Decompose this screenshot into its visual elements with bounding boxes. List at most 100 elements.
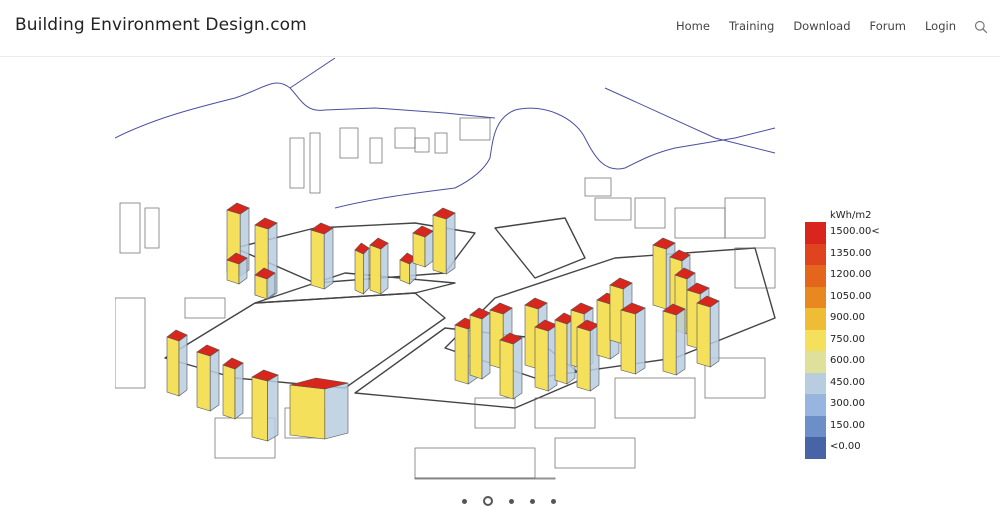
slider-pagination: [462, 496, 564, 506]
legend-swatch: [805, 372, 826, 394]
site-header: Building Environment Design.com Home Tra…: [0, 0, 1000, 57]
building-wall: [369, 244, 382, 295]
context-building-outline: [289, 137, 305, 189]
building-wall: [412, 232, 426, 268]
building-wall-shaded: [323, 227, 334, 290]
context-building-outline: [309, 132, 321, 194]
building-wall: [499, 339, 514, 400]
building-wall-shaded: [635, 307, 646, 375]
building-wall: [554, 319, 568, 385]
context-building-outline: [115, 297, 146, 389]
nav-training[interactable]: Training: [729, 19, 774, 33]
building-wall-shaded: [445, 212, 456, 275]
legend-swatch: [805, 265, 826, 287]
legend-label: 900.00: [830, 312, 865, 323]
legend-swatch: [805, 437, 826, 459]
context-building-outline: [614, 377, 696, 419]
urban-radiation-model-image: [115, 58, 776, 480]
context-building-outline: [734, 247, 776, 289]
building-wall: [469, 314, 483, 380]
context-building-outline: [414, 447, 536, 479]
legend-label: 600.00: [830, 355, 865, 366]
context-building-outline: [369, 137, 383, 164]
building-wall-shaded: [709, 300, 720, 368]
legend-label: 1500.00<: [830, 226, 880, 237]
legend-swatch: [805, 243, 826, 265]
nav-login[interactable]: Login: [925, 19, 956, 33]
context-building-outline: [184, 297, 226, 319]
hero-slider: kWh/m2 1500.00< 1350.00 1200.00 1050.00 900.…: [115, 58, 895, 482]
nav-forum[interactable]: Forum: [870, 19, 906, 33]
building-wall: [251, 376, 268, 442]
legend-swatch: [805, 308, 826, 330]
building-wall-shaded: [481, 312, 491, 380]
building-wall: [662, 310, 677, 376]
context-building-outline: [119, 202, 141, 254]
legend-swatch: [805, 351, 826, 373]
building-wall: [196, 351, 211, 412]
context-building-outline: [414, 137, 430, 153]
legend-label: 300.00: [830, 398, 865, 409]
context-building-outline: [339, 127, 359, 159]
context-building-outline: [459, 117, 491, 141]
building-wall-shaded: [209, 349, 220, 412]
legend-swatch: [805, 329, 826, 351]
building-wall: [620, 309, 636, 375]
slider-dot[interactable]: [483, 496, 493, 506]
legend-swatch: [805, 286, 826, 308]
main-nav: Home Training Download Forum Login: [657, 19, 988, 34]
building-wall: [310, 229, 325, 290]
building-wall: [454, 324, 469, 385]
legend-label: 450.00: [830, 376, 865, 388]
terrain-contour-line: [115, 82, 496, 139]
terrain-contour-line: [604, 87, 776, 154]
road-outline: [494, 217, 586, 279]
building-wall: [222, 364, 236, 420]
terrain-contour-line: [334, 107, 776, 209]
slider-dot[interactable]: [509, 498, 514, 504]
legend-color-bar: [805, 222, 826, 459]
context-building-outline: [584, 177, 612, 197]
building-wall: [289, 384, 326, 440]
context-building-outline: [474, 397, 516, 429]
slider-dot[interactable]: [530, 498, 535, 504]
legend-label: 1200.00: [830, 269, 872, 280]
context-building-outline: [594, 197, 632, 221]
nav-home[interactable]: Home: [676, 19, 710, 33]
context-building-outline: [634, 197, 666, 229]
building-wall: [576, 326, 591, 392]
building-wall-shaded: [675, 308, 686, 376]
terrain-contour-line: [289, 58, 336, 89]
context-building-outline: [394, 127, 416, 149]
legend-unit: kWh/m2: [830, 210, 872, 221]
slider-dot[interactable]: [462, 498, 467, 504]
building-wall: [432, 214, 447, 275]
building-wall: [596, 299, 611, 360]
context-building-outline: [674, 207, 726, 239]
building-wall-shaded: [380, 242, 389, 295]
building-wall: [354, 249, 364, 295]
legend-label: <0.00: [830, 441, 861, 452]
legend-label: 1050.00: [830, 290, 872, 302]
building-wall: [166, 336, 180, 397]
building-wall-shaded: [234, 362, 244, 420]
nav-download[interactable]: Download: [793, 19, 850, 33]
slider-dot[interactable]: [551, 498, 556, 504]
legend-swatch: [805, 415, 826, 437]
context-building-outline: [724, 197, 766, 239]
building-wall-shaded: [267, 374, 279, 442]
search-icon[interactable]: [974, 19, 988, 34]
building-wall: [534, 326, 549, 392]
legend-label: 1350.00: [830, 247, 872, 259]
building-wall: [696, 302, 711, 368]
legend-label: 750.00: [830, 333, 865, 345]
building-wall-shaded: [512, 337, 523, 400]
building-wall-shaded: [178, 334, 188, 397]
building-wall-shaded: [324, 382, 349, 440]
legend-swatch: [805, 222, 826, 244]
site-title[interactable]: Building Environment Design.com: [15, 15, 307, 35]
context-building-outline: [554, 437, 636, 469]
context-building-outline: [144, 207, 160, 249]
context-building-outline: [534, 397, 596, 429]
building-wall-shaded: [363, 247, 370, 295]
